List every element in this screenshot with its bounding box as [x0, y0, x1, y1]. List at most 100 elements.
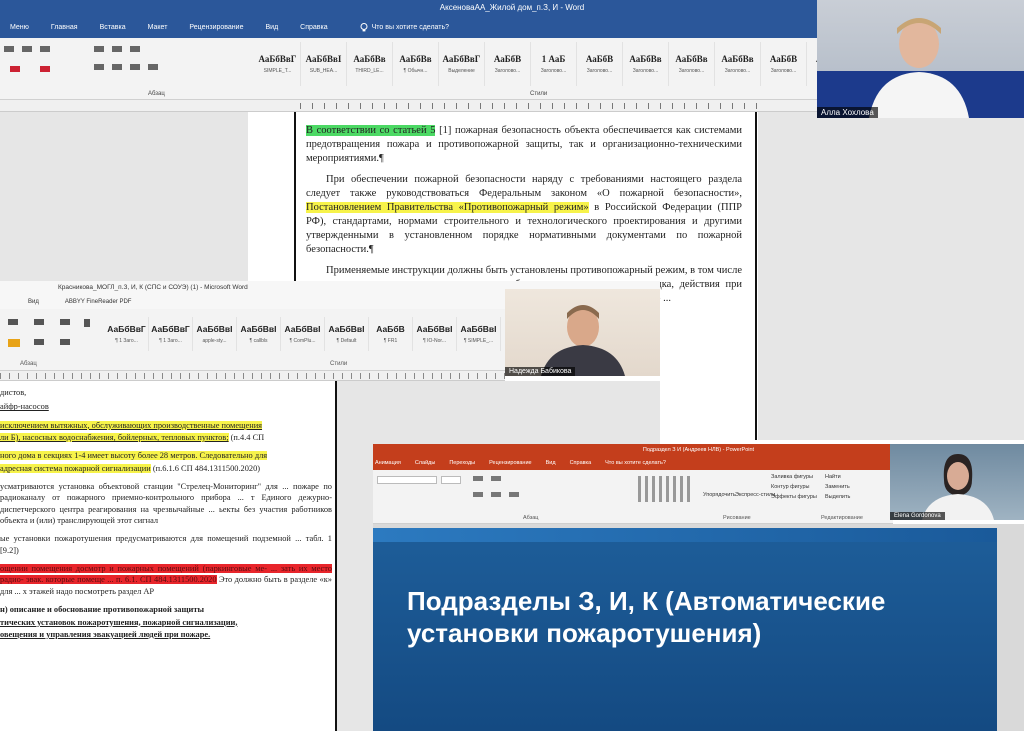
style-item[interactable]: АаБбВ Заголово...	[577, 42, 623, 86]
style-sample: 1 АаБ	[541, 54, 566, 64]
style-item[interactable]: АаБбВвГ ¶ 1 Заго...	[149, 317, 193, 351]
sort-icon[interactable]	[60, 319, 70, 325]
style-item[interactable]: АаБбВ Заголово...	[761, 42, 807, 86]
pilcrow-icon[interactable]	[84, 319, 90, 327]
numbering-icon[interactable]	[40, 46, 50, 52]
style-item[interactable]: АаБбВвI ¶ ComPlu...	[281, 317, 325, 351]
align-right-icon[interactable]	[130, 64, 140, 70]
slide[interactable]: Подразделы З, И, К (Автоматические устан…	[373, 528, 997, 731]
style-item[interactable]: АаБбВвГ SIMPLE_T...	[255, 42, 301, 86]
ribbon: Упорядочить Экспресс-стили Заливка фигур…	[373, 470, 893, 524]
arrange-button[interactable]: Упорядочить	[703, 492, 736, 498]
tab-transitions[interactable]: Переходы	[449, 460, 475, 466]
bullets-icon[interactable]	[22, 46, 32, 52]
tab-layout[interactable]: Макет	[148, 24, 168, 31]
ribbon-tabs: Меню Главная Вставка Макет Рецензировани…	[0, 16, 820, 38]
list-icon[interactable]	[4, 46, 14, 52]
tab-home[interactable]: Главная	[51, 24, 78, 31]
list-icon[interactable]	[8, 319, 18, 325]
align-center-icon[interactable]	[491, 492, 501, 497]
tell-me-search[interactable]: Что вы хотите сделать?	[605, 460, 666, 466]
list-icon[interactable]	[473, 476, 483, 481]
sort-icon[interactable]	[112, 46, 122, 52]
tab-view[interactable]: Вид	[265, 24, 278, 31]
font-dropdown[interactable]	[377, 476, 437, 484]
shading-icon[interactable]	[60, 339, 70, 345]
style-sample: АаБбВвI	[196, 324, 233, 334]
margin-line	[335, 381, 337, 731]
search-label: Что вы хотите сделать?	[371, 23, 450, 31]
tab-animation[interactable]: Анимация	[375, 460, 401, 466]
indent-icon[interactable]	[94, 46, 104, 52]
replace-button[interactable]: Заменить	[825, 484, 850, 490]
justify-icon[interactable]	[8, 339, 20, 347]
style-item[interactable]: АаБбВвI SUB_HEA...	[301, 42, 347, 86]
style-item[interactable]: АаБбВ Заголово...	[485, 42, 531, 86]
tab-view[interactable]: Вид	[546, 460, 556, 466]
indent-icon[interactable]	[34, 319, 44, 325]
tab-help[interactable]: Справка	[300, 24, 327, 31]
document-page[interactable]: дистов, айфр-насосов исключением вытяжны…	[0, 381, 337, 731]
participant-video-2[interactable]: Надежда Бабикова	[505, 289, 660, 376]
highlight-icon[interactable]	[10, 66, 20, 72]
style-item[interactable]: АаБбВв THIRD_LE...	[347, 42, 393, 86]
style-sample: АаБбВвI	[460, 324, 497, 334]
tell-me-search[interactable]: Что вы хотите сделать?	[360, 22, 450, 32]
style-item[interactable]: АаБбВвГ Выделение	[439, 42, 485, 86]
style-item[interactable]: 1 АаБ Заголово...	[531, 42, 577, 86]
group-label-styles: Стили	[330, 361, 348, 367]
shape-fill-button[interactable]: Заливка фигуры	[771, 474, 813, 480]
style-item[interactable]: АаБбВ ¶ FR1	[369, 317, 413, 351]
style-sample: АаБбВвГ	[442, 54, 481, 64]
style-item[interactable]: АаБбВвI apple-sty...	[193, 317, 237, 351]
indent-icon[interactable]	[491, 476, 501, 481]
align-left-icon[interactable]	[94, 64, 104, 70]
quick-styles-button[interactable]: Экспресс-стили	[735, 492, 775, 498]
tab-insert[interactable]: Вставка	[100, 24, 126, 31]
shape-effects-button[interactable]: Эффекты фигуры	[771, 494, 817, 500]
tab-review[interactable]: Рецензирование	[489, 460, 531, 466]
style-item[interactable]: АаБбВвI ¶ callbls	[237, 317, 281, 351]
participant-video-3[interactable]: Elena Gordonova	[890, 444, 1024, 520]
person-silhouette-icon	[541, 305, 625, 376]
pilcrow-icon[interactable]	[130, 46, 140, 52]
tab-abbyy[interactable]: ABBYY FineReader PDF	[65, 299, 132, 305]
style-item[interactable]: АаБбВвI ¶ Default	[325, 317, 369, 351]
align-icon[interactable]	[34, 339, 44, 345]
style-item[interactable]: АаБбВвI ¶ SIMPLE_...	[457, 317, 501, 351]
participant-video-1[interactable]: Алла Хохлова	[817, 0, 1024, 118]
style-item[interactable]: АаБбВв Заголово...	[715, 42, 761, 86]
tab-references[interactable]: Рецензирование	[189, 24, 243, 31]
font-color-icon[interactable]	[40, 66, 50, 72]
slide-title[interactable]: Подразделы З, И, К (Автоматические устан…	[407, 586, 967, 649]
ribbon: Абзац Стили АаБбВвГ ¶ 1 Заго... АаБбВвГ ¶ 1…	[0, 309, 505, 371]
align-left-icon[interactable]	[473, 492, 483, 497]
styles-gallery: АаБбВвГ ¶ 1 Заго... АаБбВвГ ¶ 1 Заго... АаБб…	[105, 317, 501, 351]
select-button[interactable]: Выделить	[825, 494, 850, 500]
participant-name: Надежда Бабикова	[505, 367, 576, 376]
align-center-icon[interactable]	[112, 64, 122, 70]
style-item[interactable]: АаБбВвГ ¶ 1 Заго...	[105, 317, 149, 351]
style-name: Заголово...	[678, 68, 705, 74]
style-item[interactable]: АаБбВв Заголово...	[669, 42, 715, 86]
justify-icon[interactable]	[148, 64, 158, 70]
shape-outline-button[interactable]: Контур фигуры	[771, 484, 809, 490]
style-sample: АаБбВ	[493, 54, 522, 64]
justify-icon[interactable]	[509, 492, 519, 497]
style-item[interactable]: АаБбВвI ¶ IO-Nor...	[413, 317, 457, 351]
style-item[interactable]: АаБбВв ¶ Обычн...	[393, 42, 439, 86]
tab-help[interactable]: Справка	[570, 460, 592, 466]
style-sample: АаБбВв	[353, 54, 386, 64]
tab-view[interactable]: Вид	[28, 299, 39, 305]
size-dropdown[interactable]	[441, 476, 461, 484]
style-item[interactable]: АаБбВв Заголово...	[623, 42, 669, 86]
tab-file[interactable]: Меню	[10, 24, 29, 31]
group-label-styles: Стили	[530, 91, 548, 97]
document-body[interactable]: дистов, айфр-насосов исключением вытяжны…	[0, 387, 332, 647]
shapes-gallery-icon[interactable]	[638, 476, 693, 502]
tab-slides[interactable]: Слайды	[415, 460, 435, 466]
style-sample: АаБбВв	[721, 54, 754, 64]
find-button[interactable]: Найти	[825, 474, 841, 480]
style-name: Заголово...	[632, 68, 659, 74]
paragraph: В соответствии со статьей 5 [1] пожарная…	[306, 124, 742, 167]
